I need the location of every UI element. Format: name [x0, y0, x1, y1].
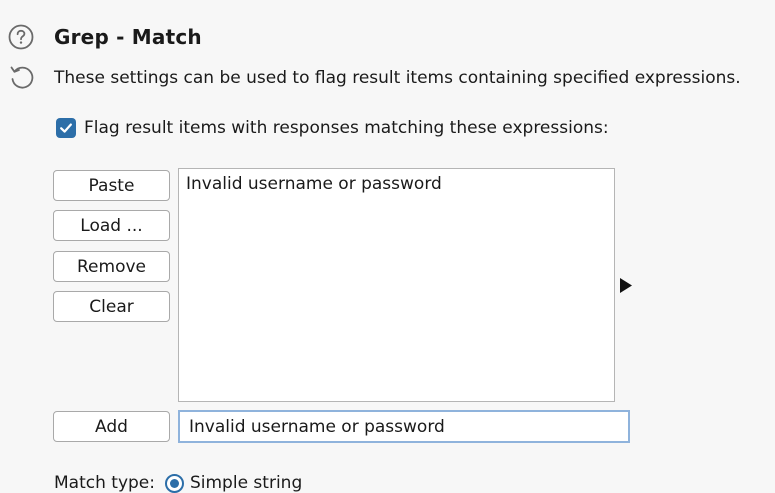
- expand-arrow-icon[interactable]: [619, 277, 633, 294]
- list-item[interactable]: Invalid username or password: [179, 169, 614, 199]
- new-expression-input[interactable]: [178, 410, 630, 443]
- match-type-row: Match type: Simple string: [54, 473, 302, 493]
- remove-button[interactable]: Remove: [53, 251, 170, 282]
- simple-string-option[interactable]: Simple string: [164, 473, 303, 493]
- expressions-list[interactable]: Invalid username or password: [178, 168, 615, 402]
- clear-button[interactable]: Clear: [53, 291, 170, 322]
- load-button[interactable]: Load ...: [53, 210, 170, 241]
- radio-dot: [169, 478, 179, 488]
- match-type-label: Match type:: [54, 473, 155, 493]
- section-title: Grep - Match: [54, 25, 202, 49]
- flag-matching-checkbox[interactable]: [56, 118, 76, 138]
- simple-string-radio[interactable]: [164, 473, 184, 493]
- flag-matching-checkbox-row[interactable]: Flag result items with responses matchin…: [56, 118, 609, 138]
- section-description: These settings can be used to flag resul…: [54, 68, 741, 88]
- add-button[interactable]: Add: [53, 411, 170, 442]
- question-circle-icon[interactable]: [8, 24, 34, 50]
- checkmark-icon: [60, 123, 72, 133]
- simple-string-label: Simple string: [189, 473, 303, 493]
- reset-icon[interactable]: [7, 62, 37, 92]
- flag-matching-label: Flag result items with responses matchin…: [84, 118, 609, 138]
- paste-button[interactable]: Paste: [53, 170, 170, 201]
